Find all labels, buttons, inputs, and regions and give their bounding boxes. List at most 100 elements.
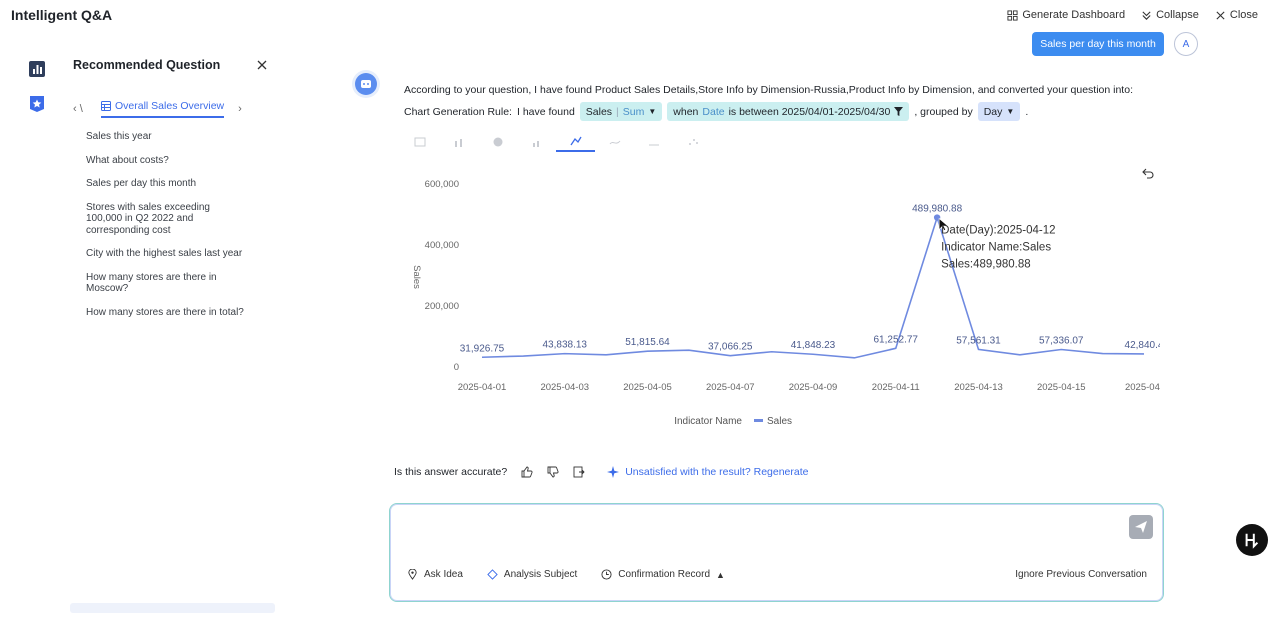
- question-item[interactable]: How many stores are there in total?: [86, 307, 246, 319]
- user-message-bubble[interactable]: Sales per day this month: [1032, 32, 1164, 56]
- x-tick-label: 2025-04-07: [706, 382, 755, 393]
- question-item[interactable]: What about costs?: [86, 155, 246, 167]
- ask-idea-label: Ask Idea: [424, 569, 463, 580]
- message-composer: Ask Idea Analysis Subject Confirmation R…: [389, 503, 1164, 602]
- export-icon[interactable]: [573, 466, 585, 478]
- chevron-left-icon: ‹: [73, 103, 77, 115]
- data-label: 61,252.77: [874, 334, 919, 345]
- area-chart-tab[interactable]: [595, 132, 634, 152]
- table-chart-tab[interactable]: [400, 132, 439, 152]
- x-tick-label: 2025-04-: [1125, 382, 1160, 393]
- sales-line-chart[interactable]: 0 200,000 400,000 600,000 Sales 2025-04-01 202…: [400, 170, 1160, 440]
- y-tick-label: 200,000: [425, 301, 459, 312]
- date-filter-pill[interactable]: when Date is between 2025/04/01-2025/04/…: [667, 102, 910, 121]
- data-label: 42,840.4: [1125, 340, 1160, 351]
- condition-label: is between 2025/04/01-2025/04/30: [728, 105, 891, 118]
- column-chart-tab[interactable]: [517, 132, 556, 152]
- chevron-right-icon[interactable]: ›: [238, 103, 254, 115]
- generate-dashboard-label: Generate Dashboard: [1022, 9, 1126, 21]
- scroll-indicator[interactable]: [70, 603, 275, 613]
- y-tick-label: 600,000: [425, 179, 459, 190]
- line-chart-tab[interactable]: [556, 132, 595, 152]
- question-item[interactable]: Stores with sales exceeding 100,000 in Q…: [86, 202, 246, 237]
- bar-chart-tab[interactable]: [439, 132, 478, 152]
- x-tick-label: 2025-04-03: [540, 382, 589, 393]
- x-tick-label: 2025-04-05: [623, 382, 672, 393]
- generate-dashboard-button[interactable]: Generate Dashboard: [1007, 9, 1125, 21]
- x-tick-label: 2025-04-15: [1037, 382, 1086, 393]
- question-list: Sales this year What about costs? Sales …: [73, 131, 268, 318]
- table-icon: [101, 101, 111, 111]
- assistant-launcher-button[interactable]: [1236, 524, 1268, 556]
- ignore-previous-conversation-button[interactable]: Ignore Previous Conversation: [1015, 569, 1147, 580]
- app-title: Intelligent Q&A: [11, 7, 113, 23]
- group-field-pill[interactable]: Day ▼: [977, 102, 1021, 121]
- when-label: when: [673, 105, 699, 118]
- thumbs-up-icon[interactable]: [521, 466, 533, 478]
- message-input[interactable]: [402, 514, 1122, 554]
- tabs-prev-button[interactable]: ‹ \: [73, 103, 89, 115]
- composer-tools: Ask Idea Analysis Subject Confirmation R…: [407, 569, 725, 580]
- x-tick-label: 2025-04-01: [458, 382, 507, 393]
- column-chart-icon: [532, 141, 539, 147]
- location-pin-icon: [408, 569, 417, 580]
- bar-chart-icon[interactable]: [28, 60, 46, 78]
- collapse-button[interactable]: Collapse: [1141, 9, 1199, 21]
- data-label: 57,561.31: [956, 335, 1001, 346]
- close-label: Close: [1229, 9, 1258, 21]
- close-button[interactable]: Close: [1215, 9, 1258, 21]
- close-icon: [1216, 10, 1225, 20]
- question-item[interactable]: Sales this year: [86, 131, 246, 143]
- top-actions: Generate Dashboard Collapse Close: [1007, 9, 1258, 21]
- y-axis-label: Sales: [411, 265, 422, 289]
- tooltip-line: Date(Day):2025-04-12: [941, 225, 1055, 237]
- close-icon[interactable]: [256, 59, 268, 71]
- regenerate-label: Unsatisfied with the result? Regenerate: [625, 466, 809, 478]
- analysis-subject-button[interactable]: Analysis Subject: [487, 569, 577, 580]
- question-item[interactable]: City with the highest sales last year: [86, 248, 246, 260]
- y-tick-label: 0: [454, 362, 459, 373]
- table-icon: [414, 137, 425, 147]
- caret-down-icon: ▼: [1006, 107, 1015, 116]
- answer-intro: According to your question, I have found…: [404, 84, 1133, 96]
- dashboard-icon: [1007, 9, 1018, 21]
- prev-tab-fragment: \: [79, 103, 83, 115]
- dual-axis-chart-tab[interactable]: [634, 132, 673, 152]
- regenerate-link[interactable]: Unsatisfied with the result? Regenerate: [607, 466, 809, 478]
- filter-icon: [894, 107, 904, 116]
- data-label: 51,815.64: [625, 337, 670, 348]
- tab-overall-sales-overview[interactable]: Overall Sales Overview: [101, 100, 225, 118]
- measure-pill[interactable]: Sales | Sum ▼: [579, 102, 663, 121]
- panel-title: Recommended Question: [73, 58, 221, 72]
- ask-idea-button[interactable]: Ask Idea: [407, 569, 463, 580]
- left-rail: [28, 60, 48, 130]
- scatter-icon: [688, 139, 698, 145]
- question-tabs: ‹ \ Overall Sales Overview ›: [73, 99, 268, 119]
- bar-chart-icon: [454, 139, 462, 147]
- thumbs-down-icon[interactable]: [547, 466, 559, 478]
- legend-item: Sales: [767, 416, 792, 427]
- scatter-chart-tab[interactable]: [673, 132, 712, 152]
- grouped-by-text: , grouped by: [914, 105, 973, 118]
- legend-swatch: [754, 419, 763, 422]
- legend-title: Indicator Name: [674, 416, 742, 427]
- logo-icon: [1245, 533, 1259, 549]
- found-text: I have found: [516, 105, 575, 118]
- tab-label: Overall Sales Overview: [115, 100, 225, 112]
- avatar[interactable]: A: [1174, 32, 1198, 56]
- pie-chart-tab[interactable]: [478, 132, 517, 152]
- y-tick-label: 400,000: [425, 240, 459, 251]
- x-tick-label: 2025-04-11: [872, 382, 920, 393]
- period-text: .: [1025, 105, 1029, 118]
- question-item[interactable]: Sales per day this month: [86, 178, 246, 190]
- analysis-subject-label: Analysis Subject: [503, 569, 578, 580]
- confirmation-record-button[interactable]: Confirmation Record ▲: [601, 569, 725, 580]
- star-badge-icon[interactable]: [28, 95, 46, 113]
- send-icon: [1135, 521, 1147, 533]
- question-item[interactable]: How many stores are there in Moscow?: [86, 272, 246, 295]
- send-button[interactable]: [1129, 515, 1153, 539]
- recommended-question-panel: Recommended Question ‹ \ Overall Sales O…: [73, 58, 268, 330]
- group-field-label: Day: [983, 105, 1003, 118]
- data-label: 31,926.75: [460, 343, 505, 354]
- tooltip-line: Indicator Name:Sales: [941, 242, 1051, 254]
